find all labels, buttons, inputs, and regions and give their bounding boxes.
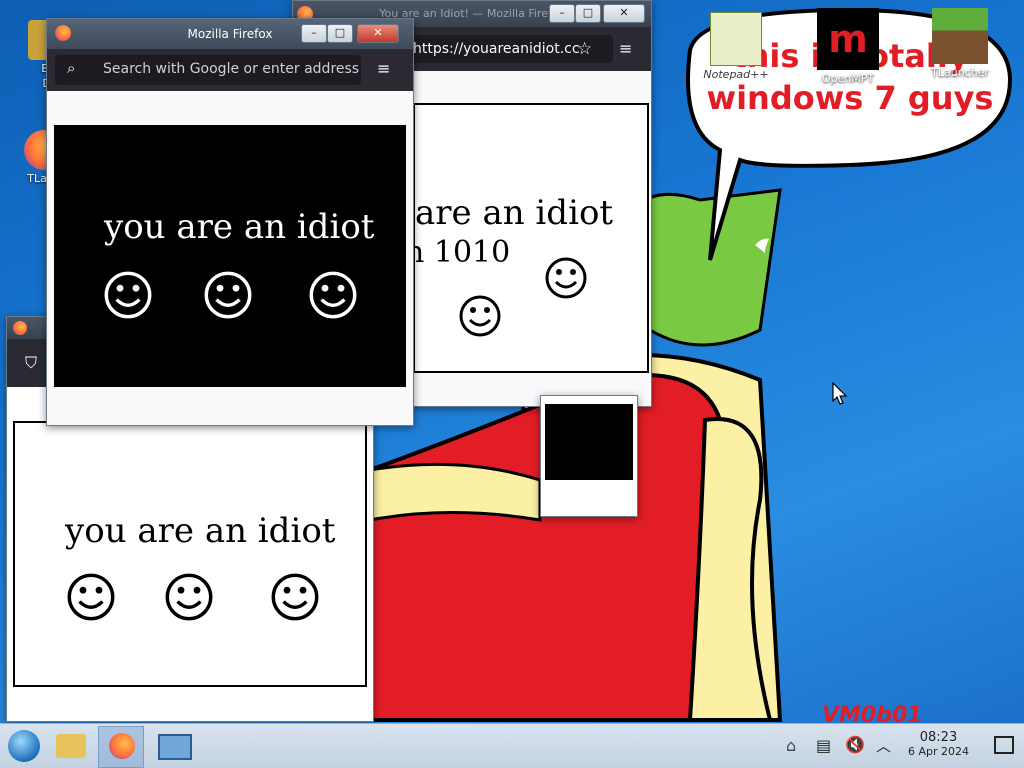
windows-logo-icon — [8, 730, 40, 762]
taskbar: ⌂ ▤ 🔇 ︿ 08:23 6 Apr 2024 — [0, 723, 1024, 768]
folder-icon — [56, 734, 86, 758]
firefox-icon — [109, 733, 135, 759]
volume-muted-icon[interactable]: 🔇 — [845, 735, 865, 754]
bookmark-star-icon[interactable]: ☆ — [577, 39, 592, 59]
clock[interactable]: 08:23 6 Apr 2024 — [908, 730, 969, 758]
maximize-button[interactable]: □ — [575, 4, 601, 23]
control-panel-button[interactable] — [150, 726, 194, 766]
maximize-button[interactable]: □ — [327, 24, 353, 43]
navigation-toolbar: ⌕ Search with Google or enter address ≡ — [47, 49, 413, 91]
notepadpp-icon — [710, 12, 762, 66]
firefox-icon — [13, 321, 27, 335]
show-desktop-button[interactable] — [994, 736, 1014, 754]
monitor-icon — [158, 734, 192, 760]
back-message-line1: are an idiot — [415, 193, 614, 233]
smiley-icon — [165, 573, 213, 621]
smiley-icon — [204, 271, 252, 319]
clock-date: 6 Apr 2024 — [907, 745, 969, 758]
search-icon: ⌕ — [67, 59, 76, 77]
search-placeholder: Search with Google or enter address — [103, 61, 360, 77]
minimize-button[interactable]: – — [549, 4, 575, 23]
popup-black-area — [545, 404, 633, 480]
page-content-lower: you are an idiot — [13, 421, 367, 687]
close-button[interactable]: ✕ — [357, 24, 399, 43]
smiley-icon — [459, 295, 501, 337]
url-text: https://youareanidiot.cc — [413, 41, 580, 57]
smiley-icon — [271, 573, 319, 621]
smiley-icon — [309, 271, 357, 319]
smiley-icon — [104, 271, 152, 319]
desktop-icon-notepadpp[interactable]: Notepad++ — [696, 12, 776, 81]
front-message: you are an idiot — [104, 207, 375, 247]
mouse-cursor-icon — [832, 382, 848, 405]
menu-icon[interactable]: ≡ — [377, 59, 390, 78]
shield-icon[interactable]: ⛉ — [25, 353, 37, 373]
menu-icon[interactable]: ≡ — [619, 39, 632, 58]
smiley-icon — [67, 573, 115, 621]
desktop-icon-openmpt[interactable]: m OpenMPT — [808, 8, 888, 85]
desktop-icon-tlauncher[interactable]: TLauncher — [920, 8, 1000, 79]
start-button[interactable] — [2, 726, 46, 766]
page-content-front: you are an idiot — [54, 125, 406, 387]
lower-message: you are an idiot — [65, 511, 336, 551]
clock-time: 08:23 — [919, 730, 958, 745]
firefox-taskbar-button[interactable] — [98, 726, 144, 768]
openmpt-icon: m — [817, 8, 879, 70]
network-tray-icon[interactable]: ⌂ — [786, 736, 796, 755]
minimize-button[interactable]: – — [301, 24, 327, 43]
search-address-bar[interactable]: ⌕ Search with Google or enter address — [55, 55, 361, 85]
grass-block-icon — [932, 8, 988, 64]
clipboard-tray-icon[interactable]: ▤ — [816, 736, 831, 755]
popup-window-small[interactable] — [540, 395, 638, 517]
firefox-window-front[interactable]: Mozilla Firefox – □ ✕ ⌕ Search with Goog… — [46, 18, 414, 426]
chevron-up-icon[interactable]: ︿ — [876, 735, 891, 756]
close-button[interactable]: ✕ — [603, 4, 645, 23]
smiley-icon — [545, 257, 587, 299]
window-titlebar[interactable]: Mozilla Firefox – □ ✕ — [47, 19, 413, 49]
file-manager-button[interactable] — [50, 726, 94, 766]
page-content-back: are an idiot n 1010 — [405, 103, 649, 373]
back-message-line2: n 1010 — [405, 235, 511, 270]
